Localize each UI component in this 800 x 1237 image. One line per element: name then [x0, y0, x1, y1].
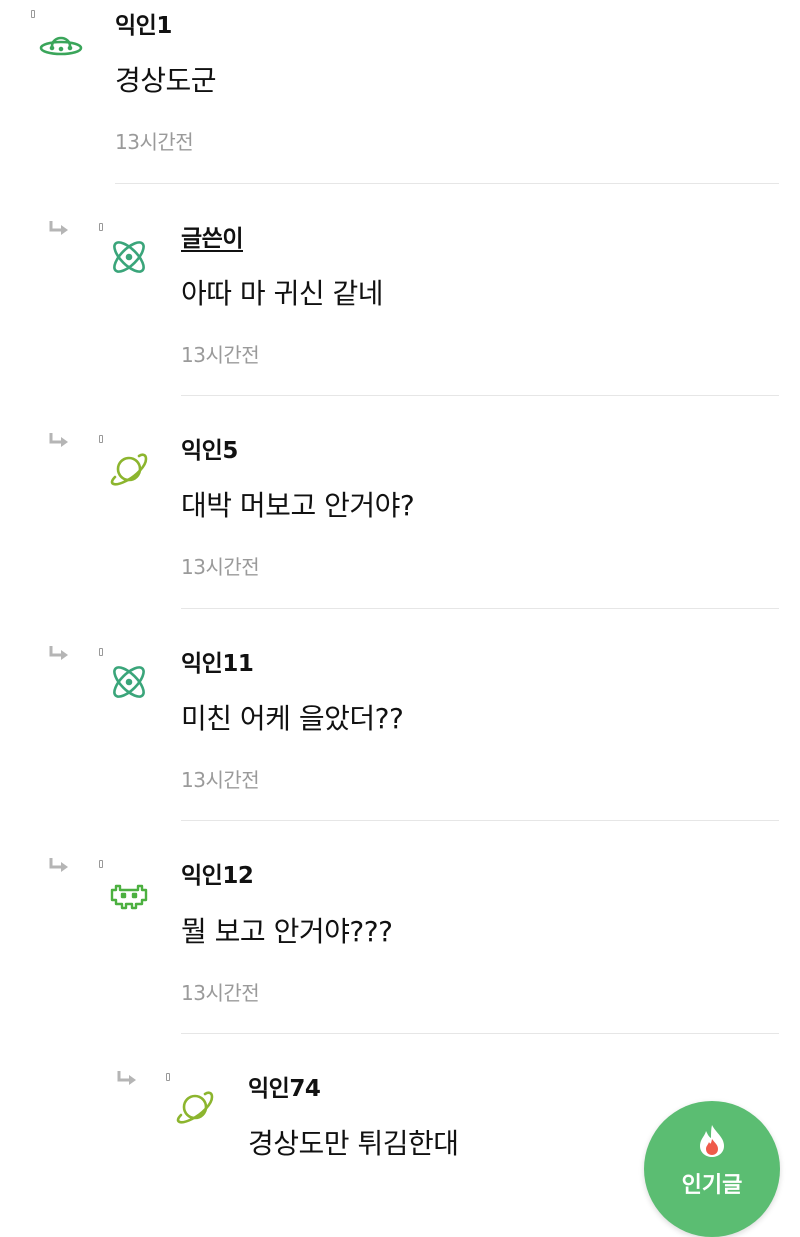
reply-arrow-icon: [49, 433, 68, 447]
comment-text: 경상도만 튀김한대: [248, 1127, 459, 1160]
comment-text: 미친 어케 을았더??: [181, 702, 404, 735]
popular-posts-label: 인기글: [681, 1173, 743, 1198]
report-marker[interactable]: [166, 1073, 170, 1081]
comment-timestamp: 13시간전: [181, 555, 260, 579]
comment-timestamp: 13시간전: [181, 343, 260, 367]
comment-author[interactable]: 익인12: [181, 856, 254, 890]
comment-author[interactable]: 익인5: [181, 431, 238, 465]
comment-divider: [181, 395, 779, 396]
atom-icon: [106, 659, 152, 705]
comment-text: 대박 머보고 안거야?: [181, 489, 415, 522]
report-marker[interactable]: [99, 223, 103, 231]
comment-timestamp: 13시간전: [181, 768, 260, 792]
space-invader-icon: [106, 872, 152, 918]
flame-icon: [700, 1125, 724, 1157]
comment-timestamp: 13시간전: [181, 981, 260, 1005]
reply-arrow-icon: [49, 858, 68, 872]
planet-icon: [172, 1084, 218, 1130]
reply-arrow-icon: [49, 221, 68, 235]
report-marker[interactable]: [31, 10, 35, 18]
comment-author[interactable]: 익인1: [115, 6, 172, 40]
popular-posts-button[interactable]: 인기글: [644, 1101, 780, 1237]
atom-icon: [106, 234, 152, 280]
report-marker[interactable]: [99, 648, 103, 656]
comment-text: 뭘 보고 안거야???: [181, 915, 393, 948]
comment-text: 경상도군: [115, 64, 217, 97]
report-marker[interactable]: [99, 860, 103, 868]
report-marker[interactable]: [99, 435, 103, 443]
comment-divider: [181, 820, 779, 821]
ufo-icon: [38, 24, 84, 70]
comment-divider: [181, 608, 779, 609]
comment-author[interactable]: 익인11: [181, 644, 254, 678]
reply-arrow-icon: [117, 1071, 136, 1085]
comment-author[interactable]: 글쓴이: [181, 219, 243, 253]
comment-author[interactable]: 익인74: [248, 1069, 321, 1103]
comment-divider: [115, 183, 779, 184]
comment-divider: [181, 1033, 779, 1034]
planet-icon: [106, 446, 152, 492]
comment-text: 아따 마 귀신 같네: [181, 277, 384, 310]
reply-arrow-icon: [49, 646, 68, 660]
comment-timestamp: 13시간전: [115, 130, 194, 154]
